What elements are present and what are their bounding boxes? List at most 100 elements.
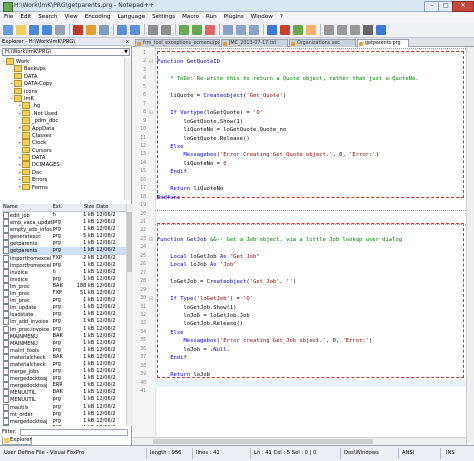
scrollbar-thumb[interactable]	[127, 212, 132, 272]
close-button[interactable]: ✕	[452, 1, 474, 12]
menu-item-3[interactable]: View	[64, 14, 77, 20]
tree-item[interactable]: Classes	[2, 131, 122, 139]
toolbar-button-icon[interactable]	[249, 24, 259, 35]
toolbar-button-icon[interactable]	[267, 24, 277, 35]
toolbar-button-icon[interactable]	[324, 24, 334, 35]
menu-item-9[interactable]: Plugins	[224, 14, 244, 20]
tree-item[interactable]: + Doc	[2, 168, 122, 176]
fold-toggle-icon[interactable]: ⊟	[149, 59, 153, 65]
table-row[interactable]: MAINMENU BAK 1 kB 12/06/2	[2, 332, 126, 340]
toolbar-button-icon[interactable]	[130, 24, 140, 35]
tab-3[interactable]: getparents.prg	[357, 39, 409, 47]
tree-item[interactable]: + DATA-Copy	[2, 80, 122, 87]
tree-item[interactable]: Cursors	[2, 146, 122, 154]
toolbar-button-icon[interactable]	[42, 24, 52, 35]
tree-item[interactable]: DATA	[2, 72, 122, 80]
tree-item[interactable]: + AppData	[2, 124, 122, 132]
menu-item-7[interactable]: Macro	[182, 14, 199, 20]
table-row[interactable]: mergedocktoaj ERR 1 kB 12/06/2	[2, 382, 126, 390]
toolbar-button-icon[interactable]	[223, 24, 233, 35]
table-row[interactable]: MENUUTIL prg 1 kB 12/06/2	[2, 396, 126, 404]
table-row[interactable]: loadstate prg 1 kB 12/06/2	[2, 311, 126, 319]
table-row[interactable]: lm_proc.invoice prg 1 kB 12/06/2	[2, 325, 126, 333]
explorer-tab[interactable]: Explorer	[2, 437, 32, 445]
tree-item[interactable]: + Errors	[2, 176, 122, 183]
fold-toggle-icon[interactable]: ⊟	[149, 110, 153, 116]
toolbar-button-icon[interactable]	[192, 24, 202, 35]
toolbar-button-icon[interactable]	[337, 24, 347, 35]
table-row[interactable]: empty_sob_infos prg 1 kB 12/06/2	[2, 226, 126, 234]
editor-horizontal-scrollbar[interactable]	[133, 437, 466, 445]
table-row[interactable]: merge_jobs prg 1 kB 12/06/2	[2, 368, 126, 376]
toolbar-button-icon[interactable]	[55, 24, 65, 35]
toolbar-button-icon[interactable]	[3, 24, 13, 35]
table-row[interactable]: mergedocktoaj prg 1 kB 12/06/2	[2, 375, 126, 383]
menu-item-10[interactable]: Window	[251, 14, 273, 20]
toolbar-button-icon[interactable]	[350, 24, 360, 35]
table-row[interactable]: mergedocktoaj prg 1 kB 12/06/2	[2, 417, 126, 425]
tree-item[interactable]: _pdm_dbc	[2, 117, 122, 124]
table-row[interactable]: MAINMENU prg 1 kB 12/06/2	[2, 339, 126, 347]
toolbar-button-icon[interactable]	[306, 24, 316, 35]
toolbar-button-icon[interactable]	[363, 24, 373, 35]
explorer-path-combo[interactable]: H:\Work\lmK\PRG\ ▼	[2, 48, 130, 56]
tree-item[interactable]: + DATA	[2, 154, 122, 161]
table-row[interactable]: lm_proc BAK 188 kB 12/06/2	[2, 282, 126, 290]
menu-item-11[interactable]: ?	[280, 14, 283, 20]
tree-item[interactable]: − lmK	[2, 94, 122, 102]
table-row[interactable]: maint_tools prg 1 kB 12/06/2	[2, 346, 126, 354]
fold-toggle-icon[interactable]: ⊟	[149, 296, 153, 302]
tree-scrollbar[interactable]	[124, 58, 131, 200]
toolbar-button-icon[interactable]	[73, 24, 83, 35]
tree-item[interactable]: + DCIMAGES	[2, 161, 122, 168]
column-name[interactable]: Name	[2, 204, 53, 211]
toolbar-button-icon[interactable]	[280, 24, 290, 35]
tree-item[interactable]: + Forms	[2, 183, 122, 191]
menu-item-5[interactable]: Language	[118, 14, 146, 20]
scrollbar-thumb[interactable]	[153, 439, 373, 444]
tree-item[interactable]: − Work	[2, 58, 122, 65]
table-row[interactable]: getparents prg 1 kB 12/06/2	[2, 247, 126, 255]
table-row[interactable]: generatexcc prg 5 kB 12/06/2	[2, 233, 126, 241]
toolbar-button-icon[interactable]	[161, 24, 171, 35]
menu-item-6[interactable]: Settings	[152, 14, 175, 20]
table-row[interactable]: lm_add_invoice prg 1 kB 12/06/2	[2, 318, 126, 326]
table-row[interactable]: lm_update prg 1 kB 12/06/2	[2, 304, 126, 312]
table-row[interactable]: mt_order prg 1 kB 12/06/2	[2, 410, 126, 418]
tree-item[interactable]: icons	[2, 87, 122, 95]
table-row[interactable]: merge_jobsFXP1 kB12/06/2	[2, 424, 126, 426]
editor-vertical-scrollbar[interactable]	[466, 47, 474, 445]
table-row[interactable]: lm_proc FXP 51 kB 12/06/2	[2, 290, 126, 298]
table-row[interactable]: getparents prg 1 kB 12/06/2	[2, 240, 126, 248]
table-row[interactable]: materialcheck prg 1 kB 12/06/2	[2, 360, 126, 368]
filter-input[interactable]	[20, 429, 128, 436]
menu-item-1[interactable]: Edit	[20, 14, 31, 20]
toolbar-button-icon[interactable]	[148, 24, 158, 35]
toolbar-button-icon[interactable]	[16, 24, 26, 35]
column-date[interactable]: Date	[96, 204, 126, 211]
tree-item[interactable]: + Clock	[2, 139, 122, 146]
tab-1[interactable]: JMC_2013-07-17.txt	[221, 39, 288, 47]
column-size[interactable]: Size	[76, 204, 96, 211]
column-ext[interactable]: Ext.	[53, 204, 77, 211]
file-list-scrollbar[interactable]	[126, 204, 133, 426]
menu-item-8[interactable]: Run	[206, 14, 217, 20]
toolbar-button-icon[interactable]	[29, 24, 39, 35]
menu-item-2[interactable]: Search	[38, 14, 57, 20]
tab-2[interactable]: Organizations.sec	[289, 39, 356, 47]
table-row[interactable]: emp_vaca_update prg 1 kB 12/06/2	[2, 219, 126, 227]
toolbar-button-icon[interactable]	[205, 24, 215, 35]
explorer-close-icon[interactable]: x	[126, 38, 129, 46]
toolbar-button-icon[interactable]	[376, 24, 386, 35]
toolbar-button-icon[interactable]	[293, 24, 303, 35]
table-row[interactable]: importfromexcel prg 1 kB 12/06/2	[2, 261, 126, 269]
tree-item[interactable]: + .Not Used	[2, 109, 122, 117]
table-row[interactable]: MENUUTIL BAK 1 kB 12/06/2	[2, 389, 126, 397]
menu-item-0[interactable]: File	[4, 14, 13, 20]
toolbar-button-icon[interactable]	[236, 24, 246, 35]
table-row[interactable]: importfromexcel FXP 2 kB 12/06/2	[2, 254, 126, 262]
table-row[interactable]: invoice h 1 kB 12/06/2	[2, 268, 126, 276]
toolbar-button-icon[interactable]	[117, 24, 127, 35]
table-row[interactable]: invoice prg 1 kB 12/06/2	[2, 275, 126, 283]
tab-0[interactable]: frm_tool_exceptions_ecmenu(pcmenues).prg	[135, 39, 220, 47]
